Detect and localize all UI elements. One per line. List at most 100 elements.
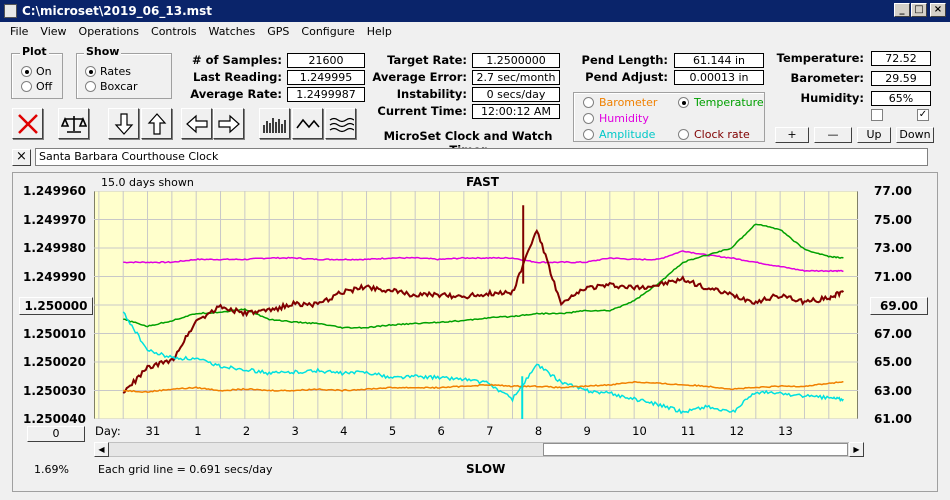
delete-button[interactable] [12,108,43,139]
wave-icon [295,118,320,128]
plot-on-radio[interactable]: On [21,65,52,78]
y-right-tick: 73.00 [874,241,912,255]
show-rates-radio[interactable]: Rates [85,65,131,78]
arrow-right-icon [217,114,240,133]
up-button[interactable]: Up [857,127,891,143]
arrow-down-icon [114,112,133,135]
radio-dot [583,113,594,124]
day-axis-label: Day: [95,424,121,438]
amplitude-label: Amplitude [599,128,656,141]
scroll-left-button[interactable]: ◀ [94,442,109,457]
humidity-radio[interactable]: Humidity [583,112,649,125]
current-time-label: Current Time: [377,104,467,118]
temperature-radio[interactable]: Temperature [678,96,764,109]
y-right-tick: 71.00 [874,269,912,284]
pend-adjust-field: 0.00013 in [674,70,764,85]
y-left-tick: 1.249990 [22,269,86,284]
humidity-stat-label: Humidity: [800,91,864,105]
menu-view[interactable]: View [34,22,72,42]
scroll-right-button[interactable]: ▶ [849,442,864,457]
x-tick: 4 [340,424,348,438]
close-window-button[interactable]: × [930,3,946,17]
y-left-tick: 1.249970 [22,212,86,227]
menu-gps[interactable]: GPS [261,22,295,42]
radio-dot [583,129,594,140]
menu-file[interactable]: File [4,22,34,42]
barometer-stat-label: Barometer: [790,71,864,85]
barometer-label: Barometer [599,96,658,109]
scroll-thumb[interactable] [543,443,848,456]
arrow-up-icon [147,112,166,135]
clock-rate-label: Clock rate [694,128,750,141]
menu-operations[interactable]: Operations [73,22,145,42]
radio-dot [85,81,96,92]
menu-watches[interactable]: Watches [203,22,262,42]
title-bar: C:\microset\2019_06_13.mst [0,0,950,22]
option-checkbox-1[interactable] [871,109,883,121]
x-tick: 10 [632,424,647,438]
scale-icon [60,115,87,133]
radio-dot [21,81,32,92]
y-right-tick: 65.00 [874,355,912,369]
menu-bar: File View Operations Controls Watches GPS Conf… [0,22,950,42]
show-group-title: Show [84,45,122,58]
instability-field: 0 secs/day [472,87,560,102]
histogram-button[interactable] [259,108,290,139]
x-tick: 31 [145,424,161,438]
down-button[interactable]: Down [896,127,934,143]
average-error-label: Average Error: [372,70,467,84]
menu-configure[interactable]: Configure [295,22,360,42]
radio-dot [583,97,594,108]
menu-help[interactable]: Help [361,22,398,42]
y-right-tick: 63.00 [874,383,912,398]
radio-dot [21,66,32,77]
show-boxcar-radio[interactable]: Boxcar [85,80,138,93]
grid-note-label: Each grid line = 0.691 secs/day [98,463,273,476]
menu-controls[interactable]: Controls [145,22,203,42]
x-tick: 2 [242,424,251,438]
line-graph-button[interactable] [292,108,323,139]
radio-dot [678,97,689,108]
close-clock-button[interactable]: × [12,149,31,166]
pend-length-field: 61.144 in [674,53,764,68]
x-tick: 11 [680,424,696,438]
plot-off-radio[interactable]: Off [21,80,52,93]
last-reading-label: Last Reading: [192,70,282,84]
percent-label: 1.69% [34,463,69,476]
arrow-left-icon [185,114,208,133]
arrow-left-button[interactable] [181,108,212,139]
plot-on-label: On [36,65,52,78]
multi-wave-button[interactable] [325,108,356,139]
red-x-icon [17,113,38,134]
minus-button[interactable]: — [814,127,852,143]
current-time-field: 12:00:12 AM [472,104,560,119]
minimize-button[interactable]: _ [894,3,910,17]
arrow-right-button[interactable] [213,108,244,139]
y-left-tick: 1.250010 [22,326,86,341]
y-right-tick: 67.00 [874,326,912,341]
center-temp-button[interactable]: 69.00 [870,297,928,315]
amplitude-radio[interactable]: Amplitude [583,128,655,141]
option-checkbox-2[interactable]: ✓ [917,109,929,121]
rate-chart[interactable] [94,191,858,419]
barometer-radio[interactable]: Barometer [583,96,657,109]
clock-name-field[interactable]: Santa Barbara Courthouse Clock [35,148,928,166]
plus-button[interactable]: + [775,127,809,143]
x-tick: 12 [729,424,745,438]
radio-dot [85,66,96,77]
center-rate-button[interactable]: 1.250000 [19,297,93,315]
pend-length-label: Pend Length: [581,53,668,67]
arrow-up-button[interactable] [141,108,172,139]
clock-rate-radio[interactable]: Clock rate [678,128,750,141]
app-icon [4,4,17,18]
maximize-button[interactable]: □ [911,3,927,17]
humidity-label: Humidity [599,112,649,125]
arrow-down-button[interactable] [108,108,139,139]
zero-button[interactable]: 0 [27,426,85,442]
y-right-tick: 77.00 [874,184,912,198]
calibrate-button[interactable] [58,108,89,139]
target-rate-field[interactable]: 1.2500000 [472,53,560,68]
temperature-label: Temperature [694,96,764,109]
show-rates-label: Rates [100,65,131,78]
plot-off-label: Off [36,80,53,93]
